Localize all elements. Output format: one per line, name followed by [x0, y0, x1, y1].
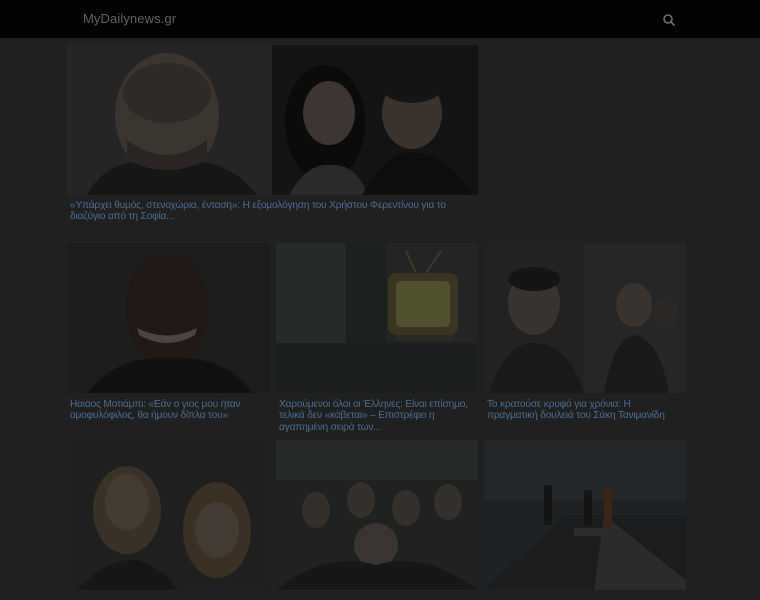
search-icon[interactable] — [661, 12, 677, 28]
article-title[interactable]: Ηαιάος Μοτιάμπι: «Εάν ο γιος μου ήταν ομ… — [70, 399, 264, 422]
featured-article-image[interactable] — [67, 45, 478, 195]
article-image[interactable] — [276, 243, 478, 393]
article-image[interactable] — [67, 440, 270, 590]
article-card[interactable] — [484, 440, 686, 590]
article-image[interactable] — [276, 440, 478, 590]
article-image[interactable] — [67, 243, 270, 393]
article-image[interactable] — [484, 440, 686, 590]
article-card[interactable]: Ηαιάος Μοτιάμπι: «Εάν ο γιος μου ήταν ομ… — [67, 243, 270, 435]
featured-article-title[interactable]: «Υπάρχει θυμός, στενοχώρια, ένταση»: Η ε… — [70, 200, 472, 223]
article-title[interactable]: Το κρατούσε κρυφό για χρόνια: Η πραγματι… — [487, 399, 680, 422]
article-card[interactable] — [276, 440, 478, 590]
article-image[interactable] — [484, 243, 686, 393]
site-logo[interactable]: MyDailynews.gr — [83, 11, 176, 26]
article-title[interactable]: Χαρούμενοι όλοι οι Έλληνες: Είναι επίσημ… — [279, 399, 472, 433]
article-card[interactable]: Χαρούμενοι όλοι οι Έλληνες: Είναι επίσημ… — [276, 243, 478, 435]
page: MyDailynews.gr «Υπάρχει θυμός, στενοχώρι… — [0, 0, 760, 600]
site-header: MyDailynews.gr — [0, 0, 760, 38]
article-card[interactable]: Το κρατούσε κρυφό για χρόνια: Η πραγματι… — [484, 243, 686, 435]
featured-article-card[interactable]: «Υπάρχει θυμός, στενοχώρια, ένταση»: Η ε… — [67, 45, 478, 230]
article-card[interactable] — [67, 440, 270, 590]
